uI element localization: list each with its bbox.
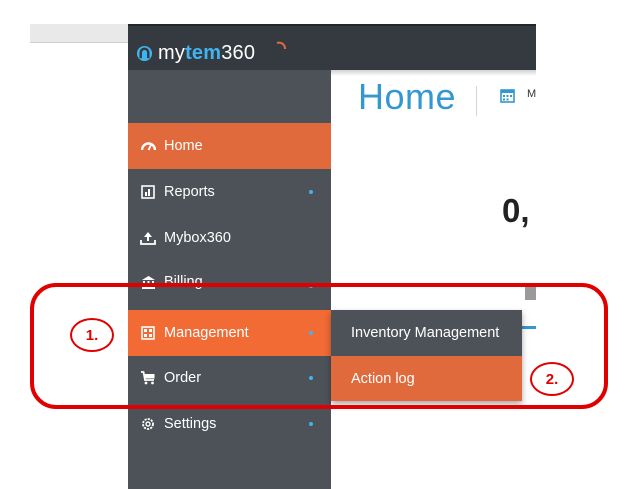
app-logo[interactable]: mytem360 [136, 40, 255, 66]
kpi-value: 0, [502, 192, 530, 229]
main-content [331, 70, 536, 489]
report-chart-icon [140, 184, 156, 200]
sidebar-item-reports[interactable]: Reports [128, 169, 331, 215]
submenu-indicator-dot [309, 422, 313, 426]
sidebar-item-label: Mybox360 [164, 230, 231, 246]
annotation-highlight-box [30, 283, 608, 409]
gear-icon [140, 416, 156, 432]
sidebar-item-mybox360[interactable]: Mybox360 [128, 215, 331, 261]
upload-tray-icon [140, 230, 156, 246]
speedometer-icon [140, 138, 156, 154]
browser-strip [30, 24, 128, 43]
page-title: Home [358, 76, 457, 117]
calendar-icon[interactable] [500, 88, 515, 103]
sidebar-item-label: Reports [164, 184, 215, 200]
sidebar-item-home[interactable]: Home [128, 123, 331, 169]
sidebar-item-label: Home [164, 138, 203, 154]
title-divider [476, 86, 477, 116]
logo-icon [136, 45, 153, 61]
sidebar-item-label: Settings [164, 416, 217, 432]
date-range-label[interactable]: M [527, 88, 536, 100]
annotation-step-1: 1. [70, 318, 114, 352]
annotation-step-2: 2. [530, 362, 574, 396]
logo-text: mytem360 [158, 41, 256, 64]
loading-spinner-icon [276, 41, 286, 50]
submenu-indicator-dot [309, 190, 313, 194]
